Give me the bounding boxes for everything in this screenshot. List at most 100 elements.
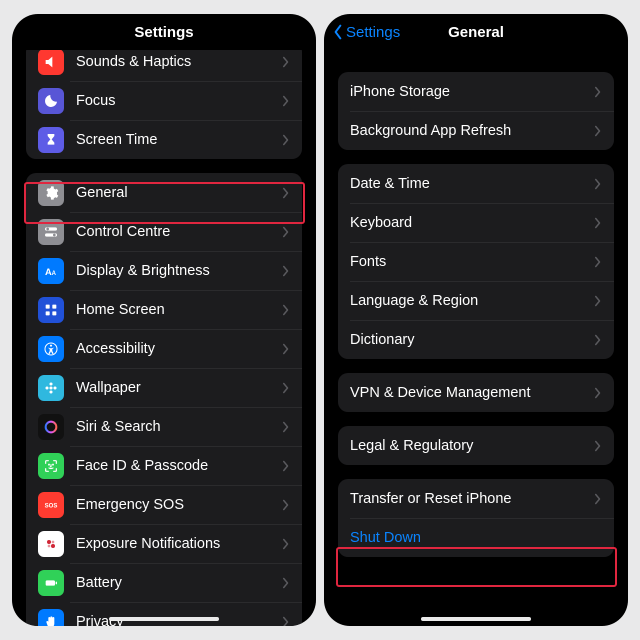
row-label: General [76,185,282,201]
home-indicator[interactable] [421,617,531,621]
chevron-right-icon [282,538,290,550]
text-size-icon: AA [38,258,64,284]
row-label: Dictionary [350,332,594,348]
row-label: Exposure Notifications [76,536,282,552]
settings-row-battery[interactable]: Battery [26,563,302,602]
general-group-legal: Legal & Regulatory [338,426,614,465]
chevron-right-icon [594,217,602,229]
row-label: Sounds & Haptics [76,54,282,70]
row-label: Face ID & Passcode [76,458,282,474]
speaker-icon [38,50,64,75]
row-label: Siri & Search [76,419,282,435]
row-label: Background App Refresh [350,123,594,139]
row-label: VPN & Device Management [350,385,594,401]
general-group-locale: Date & Time Keyboard Fonts Language & Regio… [338,164,614,359]
chevron-right-icon [282,382,290,394]
general-row-shut-down[interactable]: Shut Down [338,518,614,557]
hourglass-icon [38,127,64,153]
general-row-fonts[interactable]: Fonts [338,242,614,281]
general-row-background-app-refresh[interactable]: Background App Refresh [338,111,614,150]
chevron-right-icon [594,334,602,346]
row-label: Display & Brightness [76,263,282,279]
chevron-right-icon [594,86,602,98]
chevron-right-icon [594,387,602,399]
flower-icon [38,375,64,401]
settings-row-focus[interactable]: Focus [26,81,302,120]
row-label: Shut Down [350,530,602,546]
general-row-iphone-storage[interactable]: iPhone Storage [338,72,614,111]
general-row-transfer-or-reset-iphone[interactable]: Transfer or Reset iPhone [338,479,614,518]
chevron-right-icon [282,577,290,589]
chevron-right-icon [282,460,290,472]
general-screen: Settings General iPhone Storage Backgroun… [324,14,628,626]
row-label: Home Screen [76,302,282,318]
settings-row-control-centre[interactable]: Control Centre [26,212,302,251]
row-label: Wallpaper [76,380,282,396]
settings-group-2: General Control Centre AA Display & Brightn… [26,173,302,626]
row-label: Date & Time [350,176,594,192]
chevron-right-icon [282,499,290,511]
chevron-right-icon [282,187,290,199]
chevron-right-icon [594,440,602,452]
settings-row-siri-search[interactable]: Siri & Search [26,407,302,446]
general-row-keyboard[interactable]: Keyboard [338,203,614,242]
row-label: Battery [76,575,282,591]
chevron-right-icon [282,421,290,433]
settings-row-home-screen[interactable]: Home Screen [26,290,302,329]
row-label: Emergency SOS [76,497,282,513]
row-label: Legal & Regulatory [350,438,594,454]
row-label: Fonts [350,254,594,270]
general-row-vpn-device-management[interactable]: VPN & Device Management [338,373,614,412]
settings-row-face-id-passcode[interactable]: Face ID & Passcode [26,446,302,485]
settings-row-exposure-notifications[interactable]: Exposure Notifications [26,524,302,563]
chevron-right-icon [282,304,290,316]
general-list[interactable]: iPhone Storage Background App Refresh Dat… [324,50,628,626]
chevron-left-icon [332,24,344,40]
chevron-right-icon [594,256,602,268]
general-group-vpn: VPN & Device Management [338,373,614,412]
home-indicator[interactable] [109,617,219,621]
nav-title: General [448,24,504,41]
general-group-reset: Transfer or Reset iPhone Shut Down [338,479,614,557]
svg-text:SOS: SOS [45,503,58,509]
row-label: Control Centre [76,224,282,240]
settings-row-emergency-sos[interactable]: SOS Emergency SOS [26,485,302,524]
settings-row-wallpaper[interactable]: Wallpaper [26,368,302,407]
switches-icon [38,219,64,245]
row-label: Transfer or Reset iPhone [350,491,594,507]
chevron-right-icon [282,134,290,146]
nav-bar: Settings [12,14,316,50]
nav-bar: Settings General [324,14,628,50]
svg-text:A: A [45,267,52,277]
settings-row-privacy[interactable]: Privacy [26,602,302,626]
exposure-icon [38,531,64,557]
settings-group-1: Sounds & Haptics FocusScreen Time [26,50,302,159]
chevron-right-icon [594,493,602,505]
settings-list[interactable]: Sounds & Haptics FocusScreen Time General… [12,50,316,626]
row-label: Accessibility [76,341,282,357]
row-label: Keyboard [350,215,594,231]
general-row-date-time[interactable]: Date & Time [338,164,614,203]
general-row-legal-regulatory[interactable]: Legal & Regulatory [338,426,614,465]
chevron-right-icon [594,295,602,307]
chevron-right-icon [594,125,602,137]
back-label: Settings [346,24,400,41]
settings-row-general[interactable]: General [26,173,302,212]
grid-icon [38,297,64,323]
chevron-right-icon [282,343,290,355]
settings-row-display-brightness[interactable]: AA Display & Brightness [26,251,302,290]
general-row-language-region[interactable]: Language & Region [338,281,614,320]
settings-row-accessibility[interactable]: Accessibility [26,329,302,368]
chevron-right-icon [282,95,290,107]
nav-title: Settings [134,24,193,41]
general-row-dictionary[interactable]: Dictionary [338,320,614,359]
general-group-storage: iPhone Storage Background App Refresh [338,72,614,150]
svg-text:A: A [52,271,57,277]
settings-row-screen-time[interactable]: Screen Time [26,120,302,159]
settings-screen: Settings Sounds & Haptics FocusScreen Tim… [12,14,316,626]
back-button[interactable]: Settings [332,14,400,50]
hand-icon [38,609,64,627]
sos-icon: SOS [38,492,64,518]
settings-row-sounds-haptics[interactable]: Sounds & Haptics [26,50,302,81]
gear-icon [38,180,64,206]
